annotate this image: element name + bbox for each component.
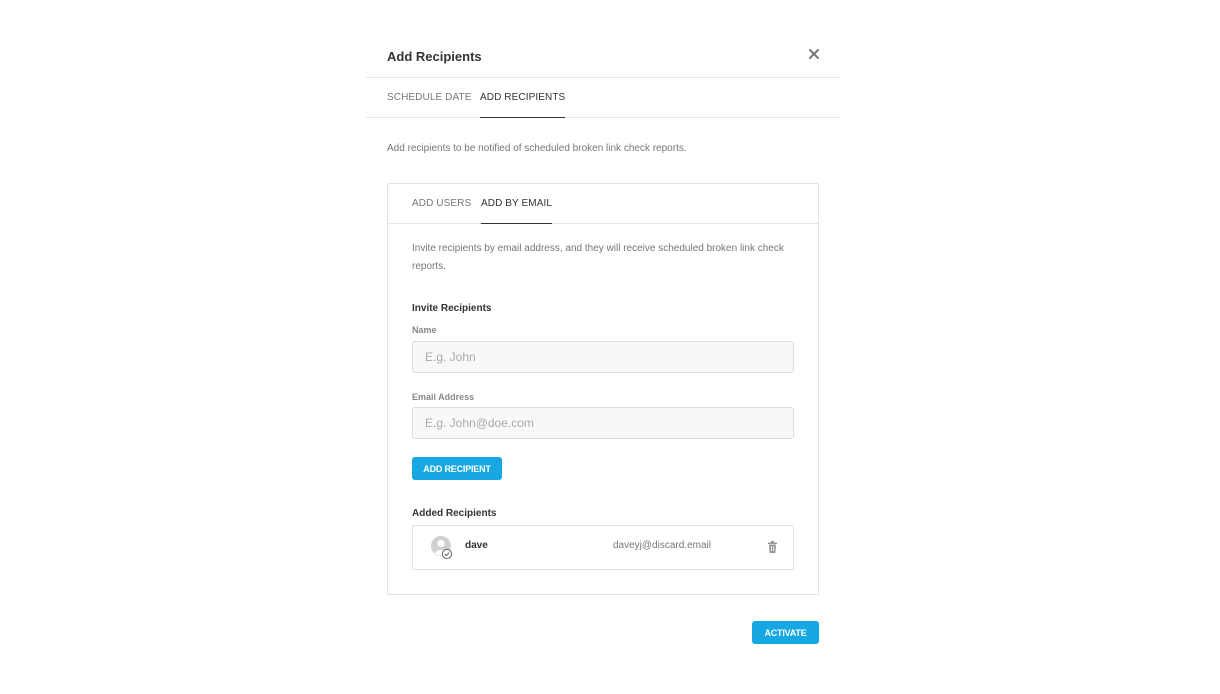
user-avatar-icon — [431, 536, 453, 560]
tab-add-users[interactable]: ADD USERS — [412, 184, 471, 224]
close-icon[interactable] — [807, 47, 821, 61]
added-recipients-title: Added Recipients — [412, 508, 497, 519]
invite-recipients-title: Invite Recipients — [412, 303, 492, 314]
trash-icon[interactable] — [767, 540, 778, 553]
email-label: Email Address — [412, 392, 475, 402]
tab-add-recipients[interactable]: ADD RECIPIENTS — [480, 78, 566, 118]
by-email-description: Invite recipients by email address, and … — [412, 243, 784, 272]
email-input[interactable] — [412, 407, 794, 439]
tab-schedule-date[interactable]: SCHEDULE DATE — [387, 78, 471, 118]
name-input[interactable] — [412, 341, 794, 373]
inner-tab-bar: ADD USERS ADD BY EMAIL — [388, 184, 818, 224]
tab-add-by-email[interactable]: ADD BY EMAIL — [481, 184, 553, 224]
intro-text: Add recipients to be notified of schedul… — [387, 143, 687, 154]
recipients-box: ADD USERS ADD BY EMAIL Invite recipients… — [387, 183, 819, 595]
recipient-name: dave — [465, 540, 488, 551]
modal-header: Add Recipients — [366, 30, 841, 78]
add-recipients-modal: Add Recipients SCHEDULE DATE ADD RECIPIE… — [366, 30, 841, 670]
add-recipient-button[interactable]: ADD RECIPIENT — [412, 457, 502, 480]
name-label: Name — [412, 325, 437, 335]
outer-tab-bar: SCHEDULE DATE ADD RECIPIENTS — [366, 78, 841, 118]
modal-title: Add Recipients — [387, 49, 482, 64]
recipient-email: daveyj@discard.email — [613, 540, 711, 551]
recipient-row: dave daveyj@discard.email — [412, 525, 794, 570]
activate-button[interactable]: ACTIVATE — [752, 621, 819, 644]
